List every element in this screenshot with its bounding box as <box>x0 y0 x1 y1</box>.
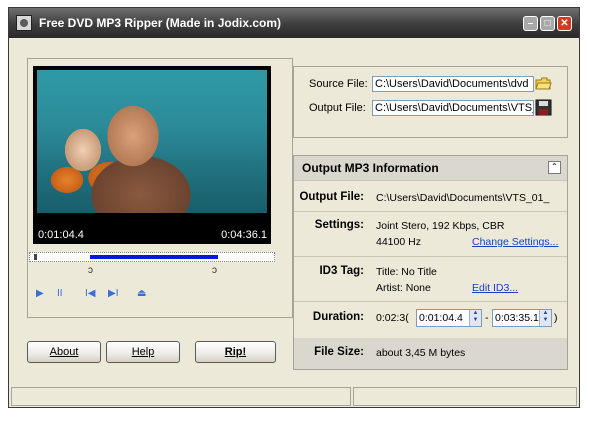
duration-value: 0:02:3( <box>376 312 409 324</box>
close-button[interactable]: ✕ <box>557 16 572 31</box>
video-preview: 0:01:04.4 0:04:36.1 <box>33 66 271 244</box>
spinner-arrows-icon[interactable]: ▲ ▼ <box>469 310 481 326</box>
help-button-label: Help <box>131 346 155 358</box>
maximize-button[interactable]: □ <box>540 16 555 31</box>
id3-artist: Artist: None <box>376 282 431 294</box>
edit-id3-link[interactable]: Edit ID3... <box>472 282 518 294</box>
duration-end-spinner[interactable]: 0:03:35.1 ▲ ▼ <box>492 309 552 327</box>
total-time: 0:04:36.1 <box>221 229 267 241</box>
end-marker-icon[interactable]: ↄ <box>212 265 217 276</box>
duration-close: ) <box>554 312 558 324</box>
status-cell-right <box>353 387 577 406</box>
source-file-label: Source File: <box>309 78 368 90</box>
about-button-label: About <box>49 346 79 358</box>
minimize-button[interactable]: – <box>523 16 538 31</box>
output-file-info-value: C:\Users\David\Documents\VTS_01_ <box>376 192 550 204</box>
previous-icon[interactable]: I◀ <box>85 288 95 299</box>
start-marker-icon[interactable]: ↄ <box>88 265 93 276</box>
current-time: 0:01:04.4 <box>38 229 84 241</box>
panel-title: Output MP3 Information <box>302 161 439 175</box>
title-bar[interactable]: Free DVD MP3 Ripper (Made in Jodix.com) … <box>9 8 579 38</box>
settings-line1: Joint Stero, 192 Kbps, CBR <box>376 220 505 232</box>
rip-button[interactable]: Rip! <box>195 341 276 363</box>
duration-separator: - <box>485 312 489 324</box>
source-file-field[interactable]: C:\Users\David\Documents\dvd <box>372 76 534 92</box>
divider <box>294 211 567 212</box>
window-title: Free DVD MP3 Ripper (Made in Jodix.com) <box>39 16 282 30</box>
change-settings-link[interactable]: Change Settings... <box>472 236 558 248</box>
pause-icon[interactable]: II <box>57 288 63 299</box>
output-file-field[interactable]: C:\Users\David\Documents\VTS_ <box>372 100 534 116</box>
duration-start-spinner[interactable]: 0:01:04.4 ▲ ▼ <box>416 309 482 327</box>
output-file-label: Output File: <box>309 102 366 114</box>
status-cell-left <box>11 387 351 406</box>
duration-start-value: 0:01:04.4 <box>419 312 463 324</box>
rip-button-label: Rip! <box>224 346 247 358</box>
filesize-label: File Size: <box>314 346 364 358</box>
panel-header: Output MP3 Information ⌃ <box>294 156 567 181</box>
app-icon[interactable] <box>16 15 32 31</box>
output-info-panel: Output MP3 Information ⌃ Output File: C:… <box>293 155 568 370</box>
id3-title: Title: No Title <box>376 266 437 278</box>
id3-tag-label: ID3 Tag: <box>319 265 364 277</box>
collapse-icon[interactable]: ⌃ <box>548 161 561 174</box>
spinner-arrows-icon[interactable]: ▲ ▼ <box>539 310 551 326</box>
filesize-value: about 3,45 M bytes <box>376 347 466 359</box>
play-icon[interactable]: ▶ <box>36 288 44 299</box>
selection-range[interactable] <box>90 255 218 259</box>
tracker-start-knob[interactable] <box>34 254 37 260</box>
divider <box>294 256 567 257</box>
eject-icon[interactable]: ⏏ <box>137 288 146 299</box>
video-frame <box>37 70 267 213</box>
next-icon[interactable]: ▶I <box>108 288 118 299</box>
settings-line2: 44100 Hz <box>376 236 421 248</box>
settings-label: Settings: <box>314 219 364 231</box>
output-file-info-label: Output File: <box>299 191 364 203</box>
browse-folder-icon[interactable] <box>535 75 552 92</box>
app-window: Free DVD MP3 Ripper (Made in Jodix.com) … <box>8 7 580 408</box>
divider <box>294 301 567 302</box>
help-button[interactable]: Help <box>106 341 180 363</box>
position-tracker[interactable] <box>29 252 275 262</box>
duration-label: Duration: <box>312 311 364 323</box>
save-disk-icon[interactable] <box>535 99 552 116</box>
about-button[interactable]: About <box>27 341 101 363</box>
status-bar <box>9 384 579 407</box>
duration-end-value: 0:03:35.1 <box>495 312 539 324</box>
